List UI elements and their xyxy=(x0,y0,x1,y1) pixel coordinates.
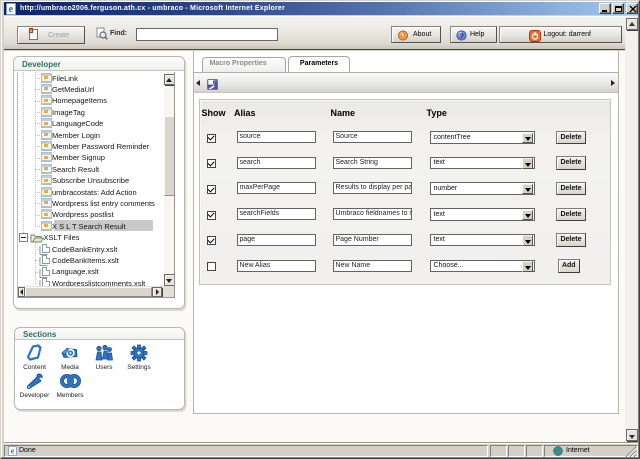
svg-text:e: e xyxy=(10,447,14,456)
svg-text:?: ? xyxy=(459,31,464,40)
svg-text:e: e xyxy=(9,4,14,15)
